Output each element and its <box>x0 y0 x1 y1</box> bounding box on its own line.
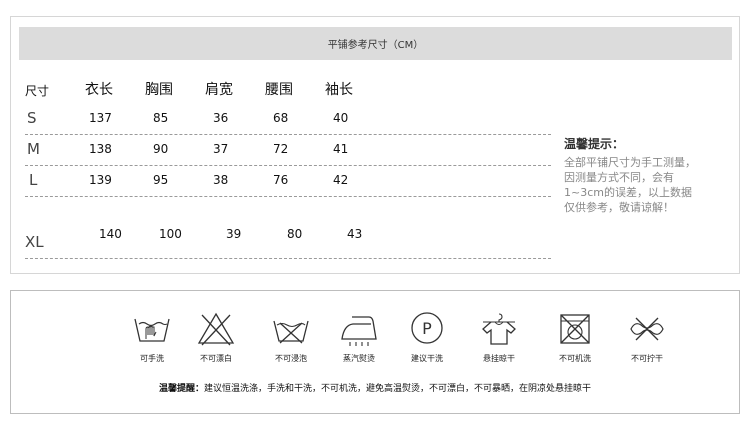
shoulder-value: 38 <box>213 173 229 187</box>
care-item-steam-iron: 蒸汽熨烫 <box>322 311 396 371</box>
header-chest: 胸围 <box>145 82 173 98</box>
care-label: 蒸汽熨烫 <box>343 354 375 363</box>
header-length: 衣长 <box>85 82 113 98</box>
table-row: S 137 85 36 68 40 <box>25 105 551 135</box>
tip-title: 温馨提示： <box>564 137 625 151</box>
no-soak-icon <box>273 320 309 344</box>
table-row: XL 140 100 39 80 43 <box>25 227 551 259</box>
sleeve-value: 40 <box>333 111 349 125</box>
table-row: L 139 95 38 76 42 <box>25 167 551 197</box>
care-item-hang-dry: 悬挂晾干 <box>462 311 536 371</box>
chest-value: 95 <box>153 173 169 187</box>
sleeve-value: 42 <box>333 173 349 187</box>
tip-body: 全部平铺尺寸为手工测量， 因测量方式不同，会有 1~3cm的误差，以上数据 仅供… <box>564 155 736 215</box>
length-value: 137 <box>89 111 112 125</box>
row-divider <box>25 196 551 197</box>
no-wring-icon <box>630 317 664 341</box>
tip-line: 1~3cm的误差，以上数据 <box>564 186 692 199</box>
care-item-no-soak: 不可浸泡 <box>254 311 328 371</box>
size-chart-panel: 平铺参考尺寸（CM） 尺寸 衣长 胸围 肩宽 腰围 袖长 S 137 85 36… <box>10 16 740 274</box>
shoulder-value: 37 <box>213 142 229 156</box>
waist-value: 76 <box>273 173 289 187</box>
care-label: 不可拧干 <box>631 354 663 363</box>
care-instructions-panel: 可手洗 不可漂白 不可浸泡 蒸汽熨烫 P 建议干洗 悬挂晾干 不可机洗 不可拧干… <box>10 290 740 414</box>
header-shoulder: 肩宽 <box>205 82 233 98</box>
tip-line: 仅供参考，敬请谅解！ <box>564 201 674 214</box>
row-divider <box>25 165 551 166</box>
sleeve-value: 43 <box>347 227 363 241</box>
care-label: 可手洗 <box>140 354 164 363</box>
care-label: 不可机洗 <box>559 354 591 363</box>
chest-value: 100 <box>159 227 182 241</box>
care-label: 不可漂白 <box>200 354 232 363</box>
shoulder-value: 36 <box>213 111 229 125</box>
care-item-hand-wash: 可手洗 <box>115 311 189 371</box>
header-waist: 腰围 <box>265 82 293 98</box>
shoulder-value: 39 <box>226 227 242 241</box>
no-machine-wash-icon <box>560 314 590 344</box>
tip-line: 全部平铺尺寸为手工测量， <box>564 156 696 169</box>
hang-dry-icon <box>482 313 516 345</box>
header-size: 尺寸 <box>25 84 50 98</box>
row-divider <box>25 258 551 259</box>
table-row: M 138 90 37 72 41 <box>25 136 551 166</box>
size-label: M <box>27 140 40 158</box>
care-note-text: 建议恒温洗涤，手洗和干洗，不可机洗，避免高温熨烫，不可漂白，不可暴晒，在阴凉处悬… <box>204 384 592 394</box>
waist-value: 80 <box>287 227 303 241</box>
length-value: 140 <box>99 227 122 241</box>
size-label: S <box>27 109 37 127</box>
size-label: XL <box>25 233 44 251</box>
length-value: 139 <box>89 173 112 187</box>
care-label: 悬挂晾干 <box>483 354 515 363</box>
row-divider <box>25 134 551 135</box>
care-item-no-machine-wash: 不可机洗 <box>538 311 612 371</box>
length-value: 138 <box>89 142 112 156</box>
sleeve-value: 41 <box>333 142 349 156</box>
care-note-label: 温馨提醒： <box>158 384 204 394</box>
chest-value: 90 <box>153 142 169 156</box>
size-label: L <box>29 171 38 189</box>
header-sleeve: 袖长 <box>325 82 353 98</box>
waist-value: 72 <box>273 142 289 156</box>
dry-clean-letter: P <box>422 319 432 338</box>
care-label: 不可浸泡 <box>275 354 307 363</box>
care-item-no-wring: 不可拧干 <box>610 311 684 371</box>
care-label: 建议干洗 <box>411 354 443 363</box>
hand-wash-icon <box>134 318 170 342</box>
size-chart-title: 平铺参考尺寸（CM） <box>19 27 732 60</box>
tip-line: 因测量方式不同，会有 <box>564 171 674 184</box>
care-item-dry-clean: P 建议干洗 <box>390 311 464 371</box>
waist-value: 68 <box>273 111 289 125</box>
steam-iron-icon <box>341 316 377 346</box>
care-item-no-bleach: 不可漂白 <box>179 311 253 371</box>
chest-value: 85 <box>153 111 169 125</box>
dry-clean-icon: P <box>411 312 443 344</box>
care-note: 温馨提醒：建议恒温洗涤，手洗和干洗，不可机洗，避免高温熨烫，不可漂白，不可暴晒，… <box>11 381 739 394</box>
no-bleach-icon <box>197 312 235 346</box>
